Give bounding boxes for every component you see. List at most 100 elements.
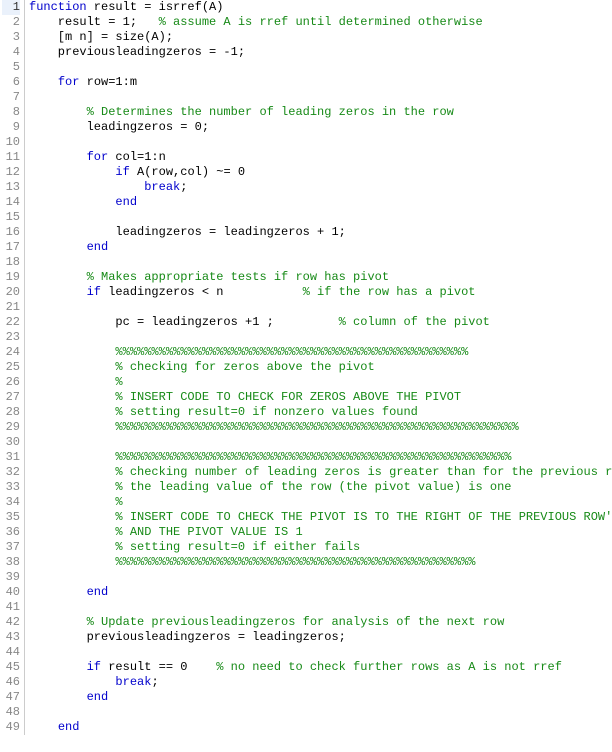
keyword-token: for: [87, 150, 109, 164]
code-line: pc = leadingzeros +1 ; % column of the p…: [29, 315, 612, 330]
line-number: 13: [2, 180, 20, 195]
code-line: %: [29, 375, 612, 390]
code-token: [29, 510, 115, 524]
code-line: [29, 60, 612, 75]
code-token: [29, 720, 58, 734]
line-number: 11: [2, 150, 20, 165]
code-line: % Update previousleadingzeros for analys…: [29, 615, 612, 630]
line-number: 20: [2, 285, 20, 300]
line-number: 47: [2, 690, 20, 705]
keyword-token: end: [87, 585, 109, 599]
line-number: 18: [2, 255, 20, 270]
comment-token: % INSERT CODE TO CHECK THE PIVOT IS TO T…: [115, 510, 612, 524]
code-line: % setting result=0 if nonzero values fou…: [29, 405, 612, 420]
code-line: [29, 645, 612, 660]
line-number: 23: [2, 330, 20, 345]
code-line: function result = isrref(A): [29, 0, 612, 15]
code-token: leadingzeros = leadingzeros + 1;: [29, 225, 346, 239]
keyword-token: end: [87, 240, 109, 254]
line-number: 34: [2, 495, 20, 510]
code-line: if leadingzeros < n % if the row has a p…: [29, 285, 612, 300]
line-number: 10: [2, 135, 20, 150]
comment-token: % Determines the number of leading zeros…: [87, 105, 454, 119]
code-line: % INSERT CODE TO CHECK THE PIVOT IS TO T…: [29, 510, 612, 525]
code-token: leadingzeros = 0;: [29, 120, 209, 134]
line-number: 4: [2, 45, 20, 60]
line-number: 25: [2, 360, 20, 375]
line-number: 33: [2, 480, 20, 495]
code-token: A(row,col) ~= 0: [130, 165, 245, 179]
line-number: 36: [2, 525, 20, 540]
comment-token: % if the row has a pivot: [303, 285, 476, 299]
code-line: [m n] = size(A);: [29, 30, 612, 45]
code-line: end: [29, 195, 612, 210]
comment-token: % checking number of leading zeros is gr…: [115, 465, 612, 479]
line-number: 6: [2, 75, 20, 90]
comment-token: %: [115, 375, 122, 389]
keyword-token: break: [115, 675, 151, 689]
line-number: 28: [2, 405, 20, 420]
keyword-token: if: [115, 165, 129, 179]
code-line: end: [29, 690, 612, 705]
code-line: % INSERT CODE TO CHECK FOR ZEROS ABOVE T…: [29, 390, 612, 405]
code-line: [29, 570, 612, 585]
comment-token: %: [115, 495, 122, 509]
code-token: [29, 75, 58, 89]
comment-token: % AND THE PIVOT VALUE IS 1: [115, 525, 302, 539]
line-number: 1: [2, 0, 20, 15]
code-line: end: [29, 240, 612, 255]
code-editor: 1234567891011121314151617181920212223242…: [0, 0, 612, 735]
code-token: [29, 420, 115, 434]
comment-token: %%%%%%%%%%%%%%%%%%%%%%%%%%%%%%%%%%%%%%%%…: [115, 420, 518, 434]
comment-token: % setting result=0 if either fails: [115, 540, 360, 554]
line-number: 45: [2, 660, 20, 675]
code-line: % the leading value of the row (the pivo…: [29, 480, 612, 495]
line-number: 5: [2, 60, 20, 75]
code-line: for col=1:n: [29, 150, 612, 165]
code-line: [29, 600, 612, 615]
code-token: row=1:m: [79, 75, 137, 89]
code-line: [29, 705, 612, 720]
line-number: 19: [2, 270, 20, 285]
code-line: if A(row,col) ~= 0: [29, 165, 612, 180]
code-line: [29, 330, 612, 345]
code-token: [29, 195, 115, 209]
code-line: [29, 90, 612, 105]
line-number: 12: [2, 165, 20, 180]
line-number: 8: [2, 105, 20, 120]
code-line: [29, 435, 612, 450]
code-token: leadingzeros < n: [101, 285, 303, 299]
line-number: 44: [2, 645, 20, 660]
line-number: 14: [2, 195, 20, 210]
comment-token: % the leading value of the row (the pivo…: [115, 480, 511, 494]
code-token: [29, 480, 115, 494]
code-token: [29, 465, 115, 479]
code-token: [29, 585, 87, 599]
comment-token: % setting result=0 if nonzero values fou…: [115, 405, 417, 419]
comment-token: % no need to check further rows as A is …: [216, 660, 562, 674]
line-number: 48: [2, 705, 20, 720]
line-number: 3: [2, 30, 20, 45]
line-number: 32: [2, 465, 20, 480]
code-token: [29, 675, 115, 689]
code-token: previousleadingzeros = -1;: [29, 45, 245, 59]
comment-token: % column of the pivot: [339, 315, 490, 329]
line-number: 35: [2, 510, 20, 525]
line-number: 22: [2, 315, 20, 330]
code-line: % setting result=0 if either fails: [29, 540, 612, 555]
comment-token: %%%%%%%%%%%%%%%%%%%%%%%%%%%%%%%%%%%%%%%%…: [115, 555, 475, 569]
code-token: [29, 615, 87, 629]
line-number: 26: [2, 375, 20, 390]
keyword-token: function: [29, 0, 87, 14]
code-line: result = 1; % assume A is rref until det…: [29, 15, 612, 30]
code-line: [29, 255, 612, 270]
code-line: previousleadingzeros = -1;: [29, 45, 612, 60]
line-number: 46: [2, 675, 20, 690]
code-line: end: [29, 720, 612, 735]
comment-token: %%%%%%%%%%%%%%%%%%%%%%%%%%%%%%%%%%%%%%%%…: [115, 345, 468, 359]
line-number-gutter: 1234567891011121314151617181920212223242…: [0, 0, 25, 735]
code-line: [29, 300, 612, 315]
comment-token: % INSERT CODE TO CHECK FOR ZEROS ABOVE T…: [115, 390, 461, 404]
code-line: % Determines the number of leading zeros…: [29, 105, 612, 120]
code-token: [m n] = size(A);: [29, 30, 173, 44]
